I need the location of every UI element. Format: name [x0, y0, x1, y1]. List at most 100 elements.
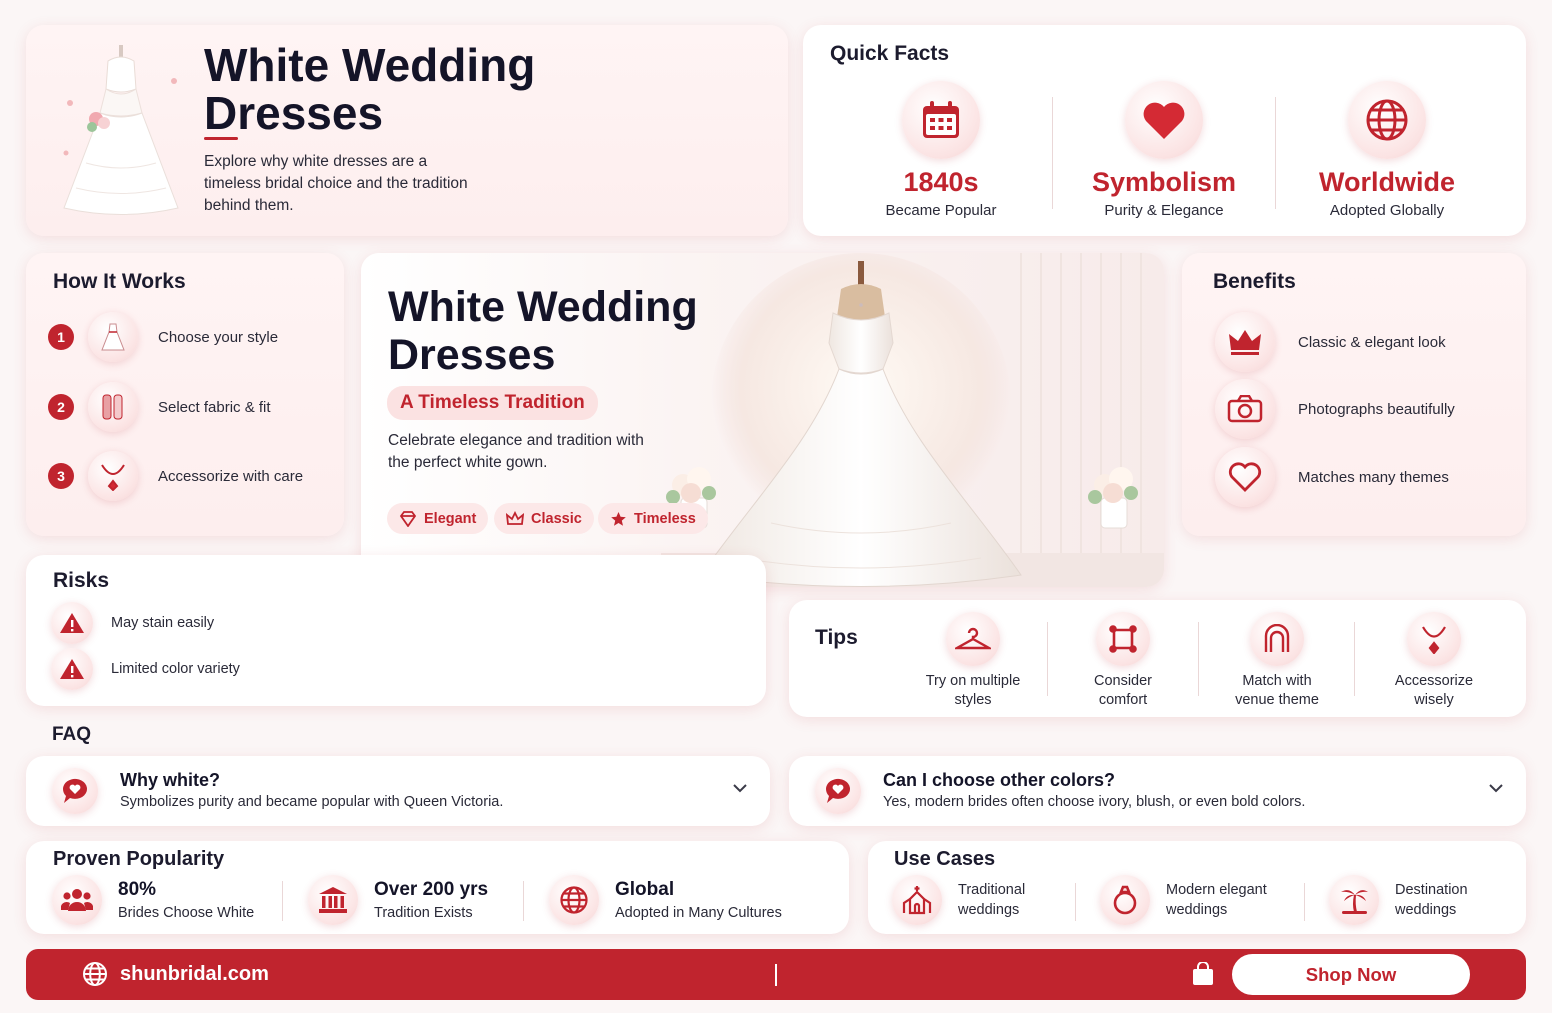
- wedding-dress-icon: [661, 253, 1164, 587]
- frame-icon: [1096, 612, 1150, 666]
- title-underline: [204, 137, 238, 140]
- feature-banner: White Wedding Dresses A Timeless Traditi…: [361, 253, 1164, 587]
- fact-label: Became Popular: [885, 202, 997, 219]
- tip-item: Try on multiple styles: [903, 612, 1043, 710]
- use-cases-title: Use Cases: [894, 848, 996, 870]
- chevron-down-icon[interactable]: [1488, 783, 1504, 793]
- stat-value: Global: [615, 879, 675, 900]
- chat-heart-icon: [815, 768, 861, 814]
- shopping-bag-icon: [1192, 962, 1214, 986]
- wedding-dress-icon: [56, 43, 186, 218]
- crown-icon: [506, 510, 531, 527]
- step-text: Choose your style: [158, 328, 279, 346]
- fact-value: Worldwide: [1318, 167, 1455, 197]
- risks-title: Risks: [53, 569, 110, 592]
- divider: [1275, 97, 1276, 209]
- fact-label: Purity & Elegance: [1104, 202, 1224, 219]
- heart-icon: [1215, 447, 1275, 507]
- chapel-icon: [892, 875, 942, 925]
- divider: [1052, 97, 1053, 209]
- people-icon: [52, 875, 102, 925]
- fact-item: 1840s Became Popular: [831, 81, 1051, 219]
- step-text: Select fabric & fit: [158, 398, 271, 416]
- tip-item: Match with venue theme: [1207, 612, 1347, 710]
- museum-icon: [308, 875, 358, 925]
- risk-text: Limited color variety: [111, 661, 240, 677]
- ring-icon: [1100, 875, 1150, 925]
- risks-card: Risks May stain easily Limited color var…: [26, 555, 766, 706]
- use-case-item: Traditional weddings: [892, 875, 1025, 925]
- tag-classic[interactable]: Classic: [494, 503, 594, 534]
- benefits-card: Benefits Classic & elegant look Photogra…: [1182, 253, 1526, 536]
- benefit-item: Photographs beautifully: [1215, 379, 1455, 439]
- divider: [282, 881, 283, 921]
- divider: [1304, 883, 1305, 921]
- globe-icon: [1348, 81, 1426, 159]
- faq-item[interactable]: Can I choose other colors? Yes, modern b…: [789, 756, 1526, 826]
- step-item: 1 Choose your style: [48, 312, 278, 362]
- shop-now-button[interactable]: Shop Now: [1232, 954, 1470, 995]
- how-it-works-title: How It Works: [53, 270, 186, 293]
- warning-icon: [51, 648, 93, 690]
- benefit-item: Classic & elegant look: [1215, 312, 1446, 372]
- step-item: 3 Accessorize with care: [48, 451, 303, 501]
- stat-label: Adopted in Many Cultures: [615, 905, 782, 921]
- popularity-card: Proven Popularity 80% Brides Choose Whit…: [26, 841, 849, 934]
- tag-timeless[interactable]: Timeless: [598, 503, 708, 534]
- diamond-icon: [399, 510, 424, 527]
- footer-bar: shunbridal.com Shop Now: [26, 949, 1526, 1000]
- benefit-text: Classic & elegant look: [1298, 333, 1446, 351]
- chevron-down-icon[interactable]: [732, 783, 748, 793]
- fact-item: Worldwide Adopted Globally: [1277, 81, 1497, 219]
- fact-item: Symbolism Purity & Elegance: [1054, 81, 1274, 219]
- stat-value: 80%: [118, 879, 157, 900]
- risk-item: Limited color variety: [51, 648, 240, 690]
- website-text: shunbridal.com: [120, 962, 269, 985]
- feature-title: White Wedding Dresses: [388, 283, 698, 379]
- tip-item: Consider comfort: [1053, 612, 1193, 710]
- quick-facts-title: Quick Facts: [830, 42, 950, 65]
- step-number: 1: [48, 324, 74, 350]
- benefit-item: Matches many themes: [1215, 447, 1449, 507]
- divider: [775, 964, 777, 986]
- faq-title: FAQ: [52, 724, 92, 745]
- page-title: White Wedding Dresses: [204, 39, 536, 139]
- camera-icon: [1215, 379, 1275, 439]
- faq-question: Can I choose other colors?: [883, 770, 1116, 790]
- calendar-icon: [902, 81, 980, 159]
- faq-question: Why white?: [120, 770, 220, 790]
- stat-item: 80% Brides Choose White: [52, 875, 254, 925]
- heart-icon: [1125, 81, 1203, 159]
- benefit-text: Photographs beautifully: [1298, 400, 1455, 418]
- palm-tree-icon: [1329, 875, 1379, 925]
- stat-label: Tradition Exists: [374, 905, 473, 921]
- divider: [1047, 622, 1048, 696]
- arch-icon: [1250, 612, 1304, 666]
- hero-card: White Wedding Dresses Explore why white …: [26, 25, 788, 236]
- benefits-title: Benefits: [1213, 270, 1296, 293]
- how-it-works-card: How It Works 1 Choose your style 2 Selec…: [26, 253, 344, 536]
- quick-facts-card: Quick Facts 1840s Became Popular Symboli…: [803, 25, 1526, 236]
- globe-icon: [82, 961, 108, 987]
- stat-item: Over 200 yrs Tradition Exists: [308, 875, 488, 925]
- fact-value: Symbolism: [1091, 167, 1237, 197]
- risk-item: May stain easily: [51, 602, 214, 644]
- benefit-text: Matches many themes: [1298, 468, 1449, 486]
- necklace-icon: [88, 451, 138, 501]
- risk-text: May stain easily: [111, 615, 215, 631]
- necklace-icon: [1407, 612, 1461, 666]
- popularity-title: Proven Popularity: [53, 848, 225, 870]
- faq-item[interactable]: Why white? Symbolizes purity and became …: [26, 756, 770, 826]
- hero-description: Explore why white dresses are a timeless…: [204, 153, 468, 214]
- dress-icon: [88, 312, 138, 362]
- stat-value: Over 200 yrs: [374, 879, 489, 900]
- feature-subtitle-pill: A Timeless Tradition: [387, 386, 598, 420]
- step-number: 2: [48, 394, 74, 420]
- hanger-icon: [946, 612, 1000, 666]
- tag-elegant[interactable]: Elegant: [387, 503, 489, 534]
- website-link[interactable]: shunbridal.com: [82, 961, 269, 987]
- star-icon: [610, 511, 634, 527]
- divider: [1354, 622, 1355, 696]
- step-item: 2 Select fabric & fit: [48, 382, 271, 432]
- crown-icon: [1215, 312, 1275, 372]
